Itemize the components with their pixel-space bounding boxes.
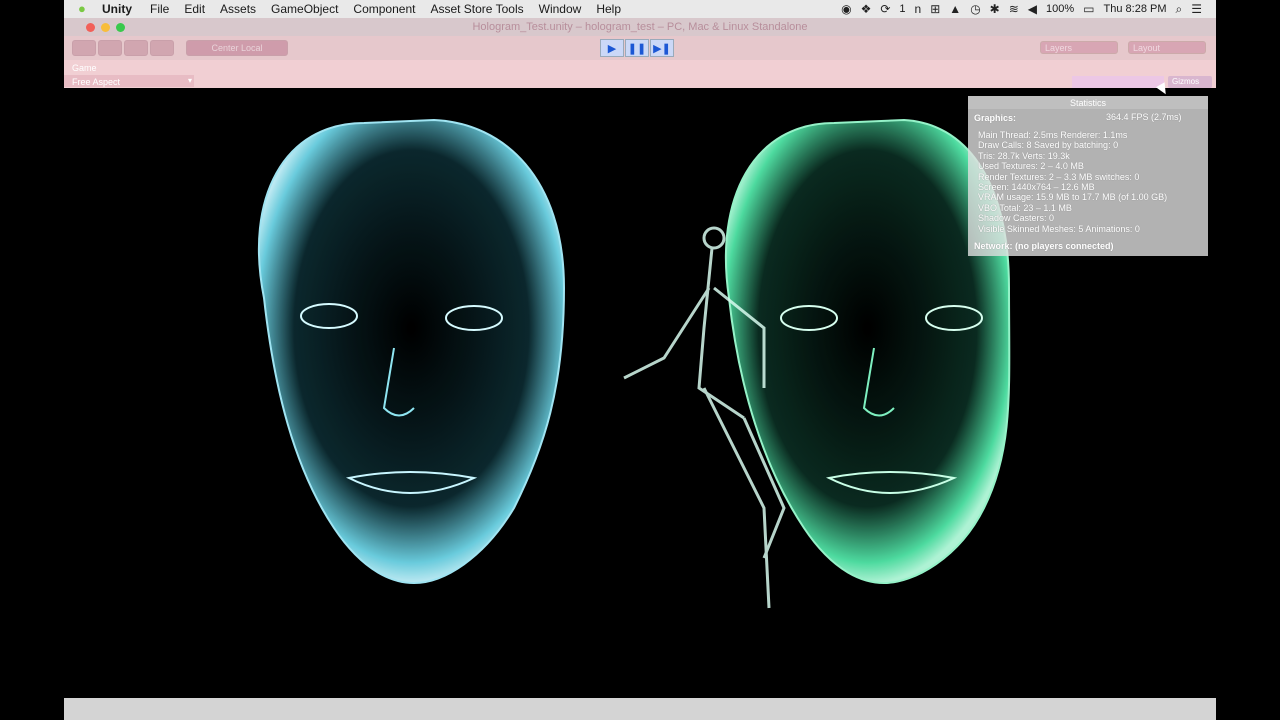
layers-dropdown[interactable]: Layers: [1040, 41, 1118, 54]
n-app-icon[interactable]: n: [915, 2, 922, 16]
game-tab[interactable]: Game: [72, 63, 97, 73]
stat-line: Visible Skinned Meshes: 5 Animations: 0: [978, 224, 1140, 234]
hand-tool-button[interactable]: [72, 40, 96, 56]
playback-controls: ▶ ❚❚ ▶❚: [600, 39, 674, 57]
game-view-header: Game Free Aspect ▾ Gizmos: [64, 60, 1216, 88]
stat-line: Main Thread: 2.5ms Renderer: 1.1ms: [978, 130, 1128, 140]
drive-icon[interactable]: ▲: [949, 2, 961, 16]
stat-line: Render Textures: 2 – 3.3 MB switches: 0: [978, 172, 1140, 182]
chevron-down-icon: ▾: [188, 76, 193, 85]
fps-readout: 364.4 FPS (2.7ms): [1106, 112, 1182, 122]
status-bar: [64, 698, 1216, 720]
dropbox-icon[interactable]: ❖: [861, 2, 872, 16]
clock[interactable]: Thu 8:28 PM: [1104, 3, 1167, 15]
play-button[interactable]: ▶: [600, 39, 624, 57]
network-status: Network: (no players connected): [974, 241, 1114, 251]
volume-icon[interactable]: ◀: [1028, 2, 1037, 16]
left-hologram-head: [257, 118, 566, 585]
bluetooth-icon[interactable]: ✱: [990, 2, 1000, 16]
menu-edit[interactable]: Edit: [184, 2, 205, 16]
wifi-icon[interactable]: ≋: [1009, 2, 1019, 16]
aspect-dropdown[interactable]: Free Aspect: [72, 77, 120, 87]
menu-window[interactable]: Window: [539, 2, 582, 16]
grid-icon[interactable]: ⊞: [930, 2, 940, 16]
menu-gameobject[interactable]: GameObject: [271, 2, 338, 16]
stats-toggle-button[interactable]: [1072, 76, 1164, 88]
time-machine-icon[interactable]: ◷: [970, 2, 980, 16]
record-icon[interactable]: ◉: [841, 2, 851, 16]
stat-line: VBO Total: 23 – 1.1 MB: [978, 203, 1072, 213]
statistics-header: Statistics: [968, 96, 1208, 109]
stat-line: VRAM usage: 15.9 MB to 17.7 MB (of 1.00 …: [978, 192, 1168, 202]
stat-line: Used Textures: 2 – 4.0 MB: [978, 161, 1084, 171]
layout-dropdown[interactable]: Layout: [1128, 41, 1206, 54]
battery-icon[interactable]: ▭: [1083, 2, 1094, 16]
sync-icon[interactable]: ⟳: [880, 2, 890, 16]
notification-count: 1: [899, 3, 906, 15]
move-tool-button[interactable]: [98, 40, 122, 56]
unity-toolbar: Center Local ▶ ❚❚ ▶❚ Layers Layout: [64, 36, 1216, 60]
status-icons: ◉ ❖ ⟳ 1 n ⊞ ▲ ◷ ✱ ≋ ◀ 100% ▭ Thu 8:28 PM…: [841, 2, 1216, 17]
notification-center-icon[interactable]: ☰: [1191, 2, 1202, 16]
apple-icon[interactable]: ●: [78, 2, 92, 16]
rotate-tool-button[interactable]: [124, 40, 148, 56]
stat-line: Shadow Casters: 0: [978, 213, 1055, 223]
gizmos-dropdown[interactable]: Gizmos: [1168, 76, 1212, 88]
stat-line: Tris: 28.7k Verts: 19.3k: [978, 151, 1070, 161]
stat-line: Screen: 1440x764 – 12.6 MB: [978, 182, 1095, 192]
app-name-menu[interactable]: Unity: [102, 2, 132, 16]
graphics-label: Graphics:: [974, 113, 1017, 123]
menu-component[interactable]: Component: [353, 2, 415, 16]
pause-button[interactable]: ❚❚: [625, 39, 649, 57]
spotlight-search-icon[interactable]: ⌕: [1176, 2, 1183, 17]
statistics-panel: Statistics Graphics: 364.4 FPS (2.7ms) M…: [968, 96, 1208, 256]
scale-tool-button[interactable]: [150, 40, 174, 56]
pivot-toggle[interactable]: Center Local: [186, 40, 288, 56]
menu-bar: ● Unity File Edit Assets GameObject Comp…: [64, 0, 1216, 18]
step-button[interactable]: ▶❚: [650, 39, 674, 57]
menu-asset-store-tools[interactable]: Asset Store Tools: [430, 2, 523, 16]
window-title-bar: Hologram_Test.unity – hologram_test – PC…: [64, 18, 1216, 36]
menu-assets[interactable]: Assets: [220, 2, 256, 16]
menu-file[interactable]: File: [150, 2, 169, 16]
transform-tools: [72, 40, 174, 56]
stat-line: Draw Calls: 8 Saved by batching: 0: [978, 140, 1119, 150]
battery-percent: 100%: [1046, 3, 1075, 15]
menu-help[interactable]: Help: [596, 2, 621, 16]
window-title: Hologram_Test.unity – hologram_test – PC…: [472, 21, 808, 33]
right-hologram-head: [724, 118, 1011, 585]
